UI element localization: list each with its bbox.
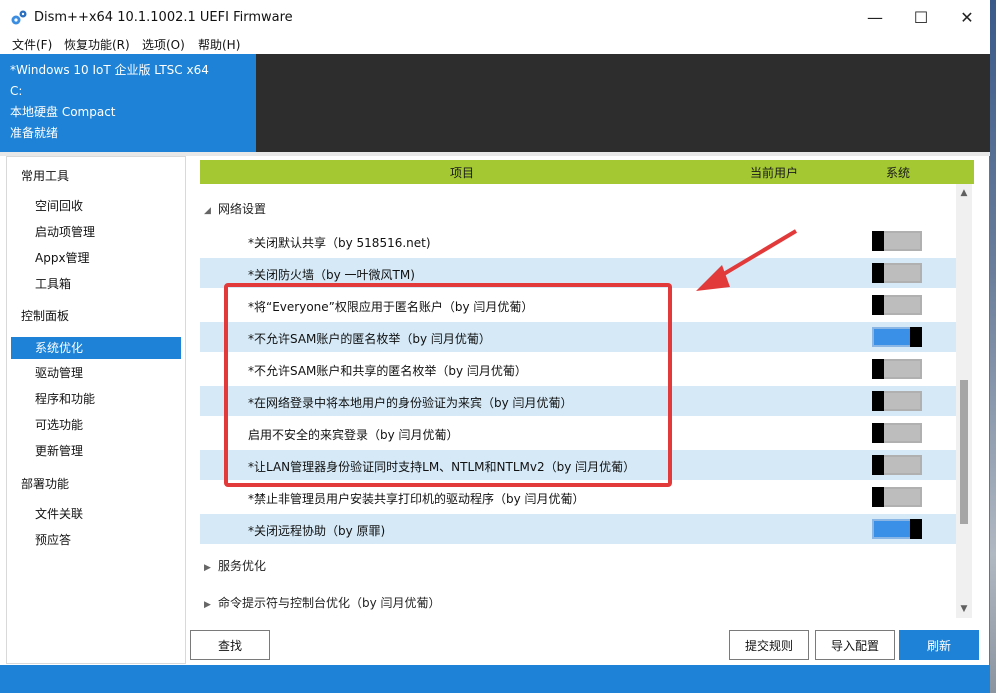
table-row[interactable]: *关闭远程协助（by 原罪): [200, 514, 958, 544]
menu-help[interactable]: 帮助(H): [198, 36, 240, 53]
sidebar-item-toolbox[interactable]: 工具箱: [11, 273, 181, 295]
system-toggle[interactable]: [872, 359, 922, 379]
sidebar-category-common-tools: 常用工具: [21, 169, 70, 183]
sidebar-item-updates[interactable]: 更新管理: [11, 440, 181, 462]
sidebar: 常用工具 空间回收 启动项管理 Appx管理 工具箱 控制面板 系统优化 驱动管…: [6, 156, 186, 664]
annotation-highlight-box: [224, 283, 672, 487]
sidebar-item-system-optimize[interactable]: 系统优化: [11, 337, 181, 359]
header-current-user[interactable]: 当前用户: [750, 164, 798, 181]
system-toggle[interactable]: [872, 519, 922, 539]
submit-rules-button[interactable]: 提交规则: [729, 630, 809, 660]
session-info-panel[interactable]: *Windows 10 IoT 企业版 LTSC x64 C: 本地硬盘 Com…: [0, 54, 256, 152]
sidebar-item-unattend[interactable]: 预应答: [11, 529, 181, 551]
vertical-scrollbar[interactable]: ▲ ▼: [956, 184, 972, 618]
os-name: *Windows 10 IoT 企业版 LTSC x64: [10, 63, 209, 77]
header-item[interactable]: 项目: [450, 164, 474, 181]
collapsed-arrow-icon: ▶: [204, 563, 211, 573]
group-service-optimize[interactable]: ▶ 服务优化: [204, 557, 266, 577]
sidebar-item-optional-features[interactable]: 可选功能: [11, 414, 181, 436]
status-text: 准备就绪: [10, 126, 59, 140]
scroll-up-arrow-icon[interactable]: ▲: [956, 186, 972, 200]
sidebar-item-file-assoc[interactable]: 文件关联: [11, 503, 181, 525]
system-toggle[interactable]: [872, 295, 922, 315]
annotation-arrow-icon: [696, 229, 798, 291]
disk-type: 本地硬盘 Compact: [10, 105, 116, 119]
minimize-button[interactable]: —: [852, 0, 898, 34]
group-network-settings[interactable]: ◢ 网络设置: [204, 200, 266, 220]
header-system[interactable]: 系统: [886, 164, 910, 181]
table-row[interactable]: *关闭默认共享（by 518516.net): [200, 226, 958, 256]
system-toggle[interactable]: [872, 487, 922, 507]
gears-app-icon: [11, 10, 27, 25]
collapsed-arrow-icon: ▶: [204, 600, 211, 610]
sidebar-item-startup[interactable]: 启动项管理: [11, 221, 181, 243]
system-toggle[interactable]: [872, 327, 922, 347]
system-toggle[interactable]: [872, 263, 922, 283]
scroll-down-arrow-icon[interactable]: ▼: [956, 602, 972, 616]
sidebar-category-control-panel: 控制面板: [21, 309, 70, 323]
row-label: *关闭默认共享（by 518516.net): [248, 236, 431, 250]
menu-restore[interactable]: 恢复功能(R): [64, 36, 130, 53]
sidebar-item-programs[interactable]: 程序和功能: [11, 388, 181, 410]
row-label: *禁止非管理员用户安装共享打印机的驱动程序（by 闫月优葡）: [248, 492, 585, 506]
sidebar-category-deploy: 部署功能: [21, 477, 70, 491]
sidebar-item-appx[interactable]: Appx管理: [11, 247, 181, 269]
import-config-button[interactable]: 导入配置: [815, 630, 895, 660]
session-list-area: [256, 54, 990, 152]
row-label: *关闭远程协助（by 原罪): [248, 524, 386, 538]
menu-options[interactable]: 选项(O): [142, 36, 185, 53]
refresh-button[interactable]: 刷新: [899, 630, 979, 660]
scrollbar-thumb[interactable]: [960, 380, 968, 524]
group-console-optimize[interactable]: ▶ 命令提示符与控制台优化（by 闫月优葡）: [204, 594, 441, 614]
system-toggle[interactable]: [872, 391, 922, 411]
desktop-background: [990, 0, 996, 693]
table-header: 项目 当前用户 系统: [200, 160, 974, 184]
row-label: *关闭防火墙（by 一叶微风TM): [248, 268, 415, 282]
app-window: Dism++x64 10.1.1002.1 UEFI Firmware — ☐ …: [0, 0, 990, 693]
window-title: Dism++x64 10.1.1002.1 UEFI Firmware: [34, 10, 293, 25]
sidebar-item-drivers[interactable]: 驱动管理: [11, 362, 181, 384]
menu-bar: 文件(F) 恢复功能(R) 选项(O) 帮助(H): [0, 34, 990, 54]
system-toggle[interactable]: [872, 231, 922, 251]
title-bar: Dism++x64 10.1.1002.1 UEFI Firmware — ☐ …: [0, 0, 990, 34]
sidebar-item-space-cleanup[interactable]: 空间回收: [11, 195, 181, 217]
drive-letter: C:: [10, 84, 23, 98]
find-button[interactable]: 查找: [190, 630, 270, 660]
close-button[interactable]: ✕: [944, 0, 990, 34]
maximize-button[interactable]: ☐: [898, 0, 944, 34]
system-toggle[interactable]: [872, 423, 922, 443]
system-toggle[interactable]: [872, 455, 922, 475]
status-bar: [0, 665, 990, 693]
menu-file[interactable]: 文件(F): [12, 36, 52, 53]
expanded-arrow-icon: ◢: [204, 206, 211, 216]
